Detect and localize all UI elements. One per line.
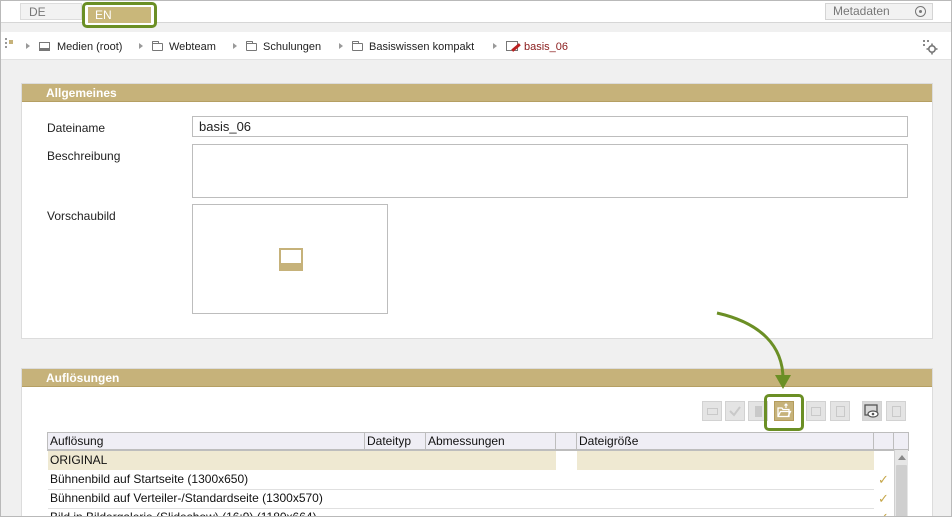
info-circle-icon: [915, 6, 926, 17]
row-resolution-name: Bild in Bildergalerie (Slideshow) (16:9)…: [50, 510, 317, 517]
checkmark-icon: ✓: [878, 508, 889, 516]
table-row[interactable]: Bühnenbild auf Verteiler-/Standardseite …: [48, 489, 894, 508]
column-header-check: [874, 433, 894, 450]
tab-language-de[interactable]: DE: [20, 3, 82, 20]
check-icon: [729, 406, 741, 417]
settings-gear-icon[interactable]: [922, 39, 938, 55]
description-input[interactable]: [192, 144, 908, 198]
folder-icon: [246, 41, 257, 51]
folder-icon: [352, 41, 363, 51]
resolutions-panel: Auflösungen Auflösung Dateityp Abmessung…: [21, 368, 933, 516]
chevron-right-icon: [139, 43, 143, 49]
column-header-dimensions[interactable]: Abmessungen: [426, 433, 556, 450]
breadcrumb: Medien (root) Webteam Schulungen Basiswi…: [1, 32, 951, 60]
chevron-right-icon: [26, 43, 30, 49]
breadcrumb-item-basiswissen-kompakt[interactable]: Basiswissen kompakt: [339, 40, 474, 54]
metadata-button-label: Metadaten: [833, 4, 890, 18]
table-header: Auflösung Dateityp Abmessungen Dateigröß…: [48, 433, 908, 450]
toolbar-edit-button[interactable]: [806, 401, 826, 421]
column-header-filesize[interactable]: Dateigröße: [577, 433, 874, 450]
checkmark-icon: ✓: [878, 491, 889, 506]
row-resolution-name: Bühnenbild auf Verteiler-/Standardseite …: [50, 491, 323, 505]
chevron-right-icon: [339, 43, 343, 49]
filename-label: Dateiname: [47, 121, 106, 135]
chevron-right-icon: [233, 43, 237, 49]
column-header-filetype[interactable]: Dateityp: [365, 433, 426, 450]
description-label: Beschreibung: [47, 149, 121, 163]
folder-icon: [152, 41, 163, 51]
checkmark-icon: ✓: [878, 472, 889, 487]
table-scrollbar[interactable]: [894, 450, 908, 516]
general-panel: Allgemeines Dateiname Beschreibung Vorsc…: [21, 83, 933, 339]
preview-image-dropzone[interactable]: [192, 204, 388, 314]
scroll-thumb[interactable]: [896, 465, 907, 516]
table-row[interactable]: Bühnenbild auf Startseite (1300x650) ✓: [48, 470, 894, 489]
edit-image-icon: [506, 41, 518, 51]
row-resolution-name: Bühnenbild auf Startseite (1300x650): [50, 472, 249, 486]
breadcrumb-item-webteam[interactable]: Webteam: [139, 40, 216, 54]
language-bar: DE EN Metadaten: [1, 1, 951, 28]
media-edit-window: DE EN Metadaten Medien (root) Webteam Sc…: [0, 0, 952, 517]
resolutions-panel-title: Auflösungen: [22, 369, 932, 387]
breadcrumb-item-schulungen[interactable]: Schulungen: [233, 40, 321, 54]
tree-toggle-icon[interactable]: [5, 38, 17, 52]
breadcrumb-item-medien-root[interactable]: Medien (root): [26, 40, 122, 54]
toolbar-check-button[interactable]: [725, 401, 745, 421]
chevron-right-icon: [493, 43, 497, 49]
resolutions-table: Auflösung Dateityp Abmessungen Dateigröß…: [47, 432, 909, 516]
filename-input[interactable]: [192, 116, 908, 137]
scroll-up-icon[interactable]: [898, 455, 906, 460]
media-icon: [39, 42, 50, 51]
table-row[interactable]: Bild in Bildergalerie (Slideshow) (16:9)…: [48, 508, 894, 517]
metadata-button[interactable]: Metadaten: [825, 3, 933, 20]
breadcrumb-item-current[interactable]: basis_06: [493, 40, 568, 54]
row-resolution-name: ORIGINAL: [50, 453, 108, 467]
toolbar-comment-button[interactable]: [702, 401, 722, 421]
toolbar-export-button[interactable]: [830, 401, 850, 421]
trash-icon: [755, 406, 762, 417]
preview-label: Vorschaubild: [47, 209, 116, 223]
toolbar-download-button[interactable]: [886, 401, 906, 421]
tab-language-en[interactable]: EN: [88, 7, 151, 23]
preview-eye-icon: [864, 404, 879, 418]
upload-button-highlight: [764, 394, 804, 431]
column-header-resolution[interactable]: Auflösung: [48, 433, 365, 450]
toolbar-preview-button[interactable]: [862, 401, 882, 421]
general-panel-title: Allgemeines: [22, 84, 932, 102]
row-blank-cell: [556, 451, 577, 470]
column-header-blank: [556, 433, 577, 450]
tab-language-en-highlight: EN: [82, 2, 157, 28]
table-row[interactable]: ORIGINAL: [48, 451, 874, 470]
image-placeholder-icon: [279, 248, 303, 271]
